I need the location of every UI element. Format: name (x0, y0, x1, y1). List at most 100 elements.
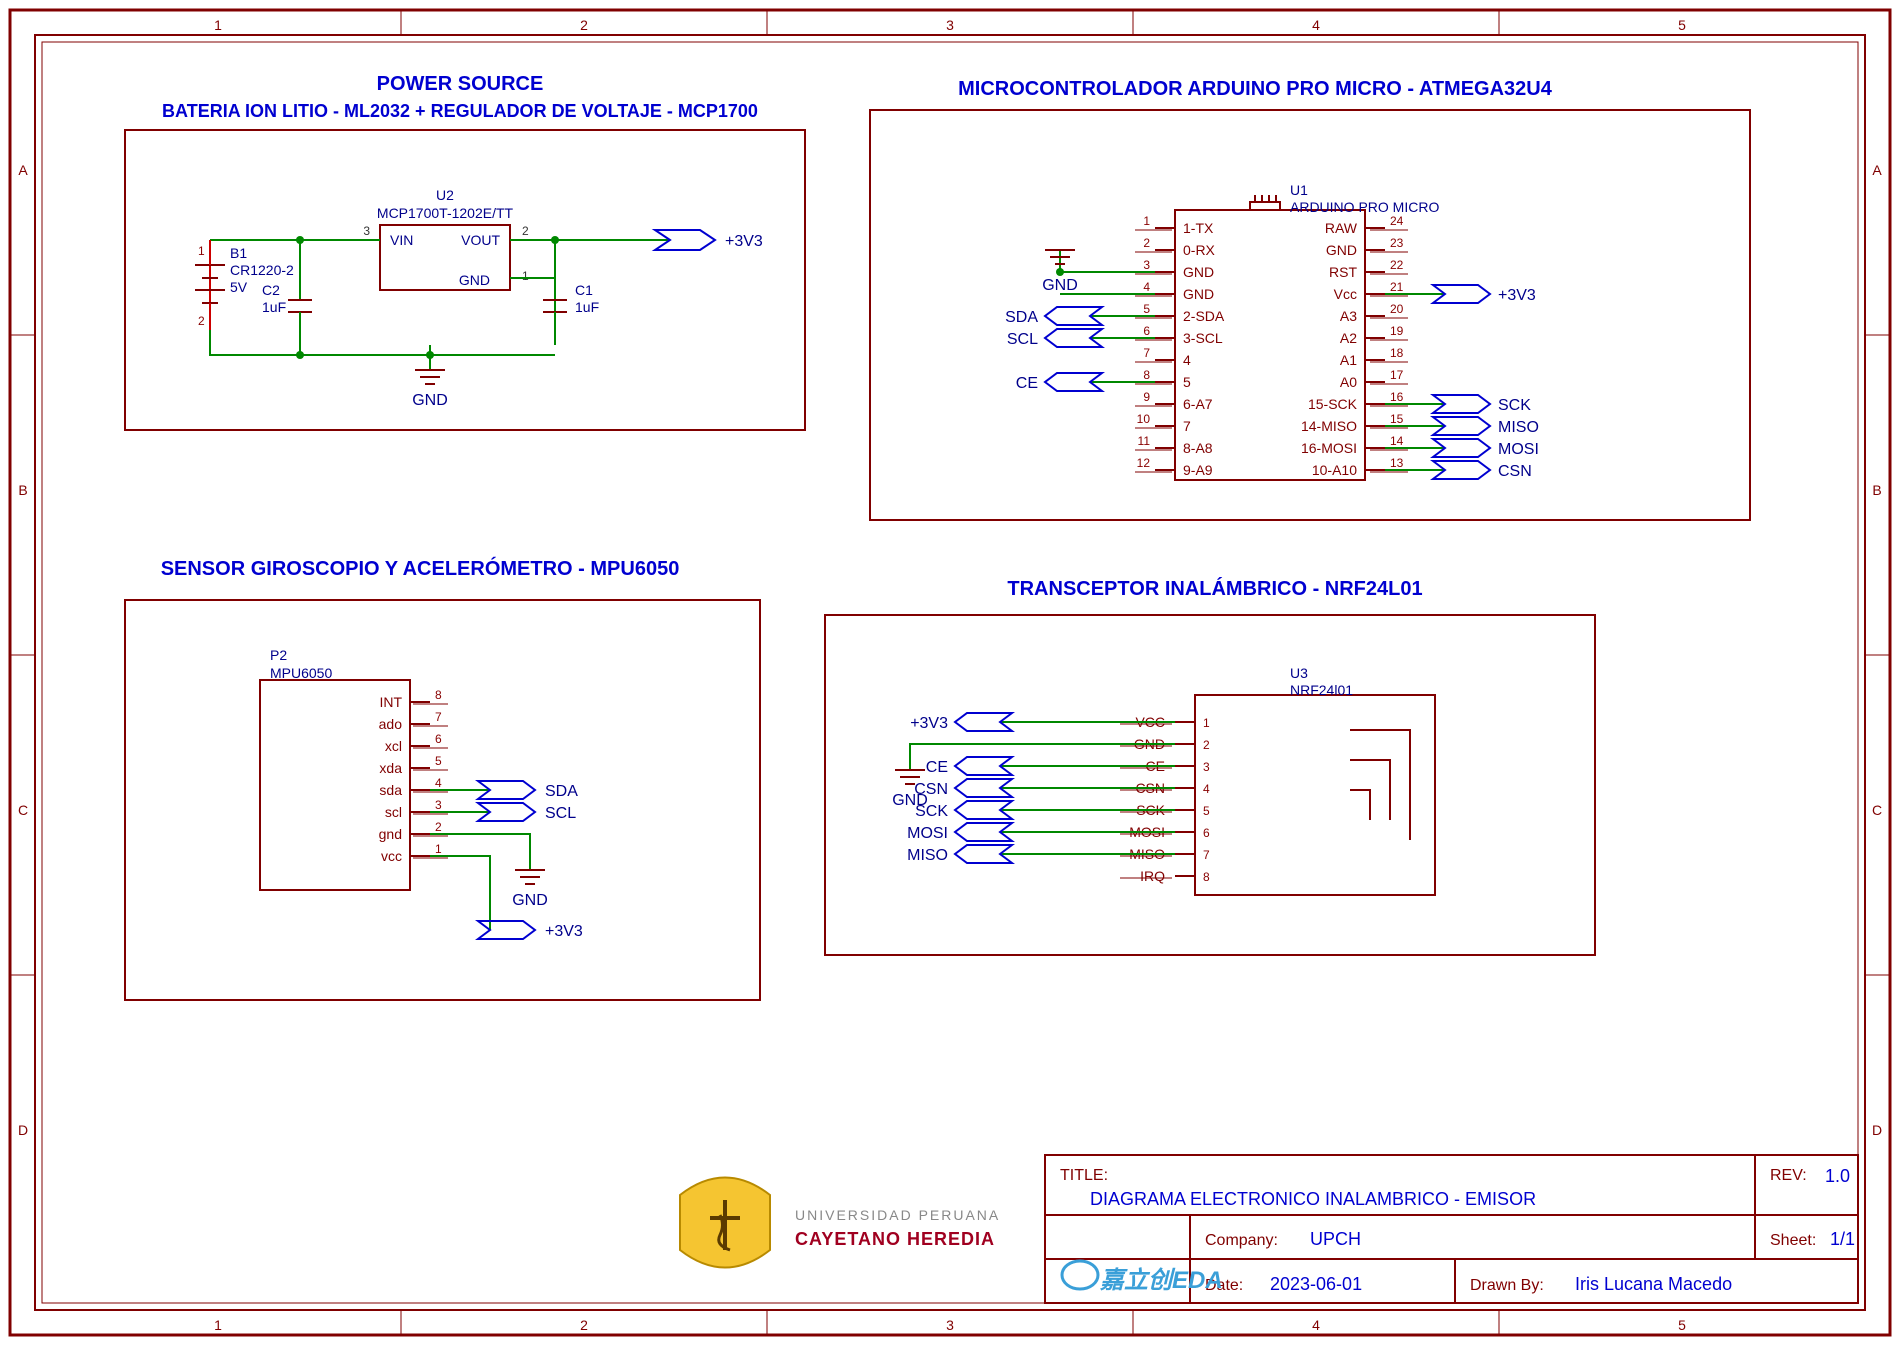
svg-text:B: B (18, 482, 27, 498)
svg-text:xcl: xcl (385, 738, 402, 754)
ruler-sides: A B C D A B C D (10, 162, 1890, 1138)
svg-text:2: 2 (522, 224, 529, 238)
svg-text:GND: GND (1326, 242, 1357, 258)
net-3v3-power: +3V3 (655, 230, 763, 250)
svg-text:1: 1 (522, 269, 529, 283)
svg-text:1: 1 (1203, 716, 1210, 730)
svg-text:A3: A3 (1340, 308, 1357, 324)
svg-text:8-A8: 8-A8 (1183, 440, 1213, 456)
svg-text:13: 13 (1390, 456, 1404, 470)
nrf-title: TRANSCEPTOR INALÁMBRICO - NRF24L01 (1007, 577, 1422, 600)
svg-text:9-A9: 9-A9 (1183, 462, 1213, 478)
u2-regulator: U2 MCP1700T-1202E/TT VIN VOUT GND 3 2 1 (363, 187, 529, 290)
svg-text:1: 1 (435, 842, 442, 856)
power-title: POWER SOURCE (377, 73, 544, 95)
svg-text:7: 7 (1183, 418, 1191, 434)
svg-text:14-MISO: 14-MISO (1301, 418, 1357, 434)
svg-text:11: 11 (1138, 434, 1151, 448)
sheet-title: DIAGRAMA ELECTRONICO INALAMBRICO - EMISO… (1090, 1189, 1536, 1209)
svg-text:Iris Lucana Macedo: Iris Lucana Macedo (1575, 1274, 1732, 1294)
svg-text:16-MOSI: 16-MOSI (1301, 440, 1357, 456)
svg-text:A: A (1872, 162, 1882, 178)
svg-text:7: 7 (1143, 346, 1150, 360)
svg-text:3: 3 (946, 17, 954, 33)
svg-text:3: 3 (363, 224, 370, 238)
svg-text:1uF: 1uF (575, 299, 599, 315)
svg-text:4: 4 (1143, 280, 1150, 294)
svg-text:15-SCK: 15-SCK (1308, 396, 1358, 412)
svg-text:6: 6 (1203, 826, 1210, 840)
svg-text:RAW: RAW (1325, 220, 1358, 236)
svg-text:嘉立创EDA: 嘉立创EDA (1099, 1267, 1223, 1294)
svg-text:SCL: SCL (1007, 331, 1038, 348)
title-block: TITLE: DIAGRAMA ELECTRONICO INALAMBRICO … (1045, 1155, 1858, 1303)
cap-c2: C2 1uF (262, 236, 312, 330)
svg-text:MPU6050: MPU6050 (270, 665, 332, 681)
gnd-symbol-power: GND (412, 370, 448, 409)
svg-text:CSN: CSN (1498, 463, 1532, 480)
svg-text:SCK: SCK (1498, 397, 1531, 414)
svg-text:GND: GND (459, 272, 490, 288)
svg-text:A1: A1 (1340, 352, 1357, 368)
svg-text:5: 5 (1143, 302, 1150, 316)
svg-text:GND: GND (1042, 277, 1078, 294)
svg-text:6: 6 (1143, 324, 1150, 338)
svg-text:gnd: gnd (379, 826, 402, 842)
svg-text:20: 20 (1390, 302, 1404, 316)
svg-text:U2: U2 (436, 187, 454, 203)
svg-text:TITLE:: TITLE: (1060, 1167, 1108, 1184)
svg-text:6: 6 (435, 732, 442, 746)
svg-text:4: 4 (1312, 1317, 1320, 1333)
svg-text:Sheet:: Sheet: (1770, 1232, 1816, 1249)
svg-text:8: 8 (1203, 870, 1210, 884)
svg-text:SCK: SCK (915, 803, 948, 820)
svg-text:1uF: 1uF (262, 299, 286, 315)
section-power: POWER SOURCE BATERIA ION LITIO - ML2032 … (125, 73, 805, 430)
svg-text:A0: A0 (1340, 374, 1357, 390)
svg-text:CSN: CSN (914, 781, 948, 798)
svg-text:Vcc: Vcc (1334, 286, 1357, 302)
svg-text:C: C (18, 802, 28, 818)
svg-text:GND: GND (1183, 264, 1214, 280)
svg-text:5: 5 (435, 754, 442, 768)
svg-text:1: 1 (1143, 214, 1150, 228)
svg-text:U1: U1 (1290, 182, 1308, 198)
svg-text:P2: P2 (270, 647, 287, 663)
svg-text:6-A7: 6-A7 (1183, 396, 1213, 412)
svg-text:VIN: VIN (390, 232, 413, 248)
svg-text:3: 3 (1143, 258, 1150, 272)
svg-text:10: 10 (1137, 412, 1151, 426)
svg-text:14: 14 (1390, 434, 1404, 448)
svg-text:8: 8 (1143, 368, 1150, 382)
svg-text:2023-06-01: 2023-06-01 (1270, 1274, 1362, 1294)
svg-text:MISO: MISO (1498, 419, 1539, 436)
svg-text:9: 9 (1143, 390, 1150, 404)
svg-text:1: 1 (214, 1317, 222, 1333)
svg-text:B: B (1872, 482, 1881, 498)
svg-text:3-SCL: 3-SCL (1183, 330, 1223, 346)
svg-text:4: 4 (1203, 782, 1210, 796)
svg-text:2: 2 (198, 314, 205, 328)
svg-text:ARDUINO PRO MICRO: ARDUINO PRO MICRO (1290, 199, 1439, 215)
svg-text:NRF24l01: NRF24l01 (1290, 682, 1353, 698)
svg-text:SCL: SCL (545, 805, 576, 822)
svg-text:7: 7 (435, 710, 442, 724)
svg-text:+3V3: +3V3 (910, 715, 948, 732)
svg-text:REV:: REV: (1770, 1167, 1807, 1184)
svg-text:5: 5 (1678, 17, 1686, 33)
svg-text:1/1: 1/1 (1830, 1229, 1855, 1249)
mcu-left-pins: 11-TX20-RX3GND4GND52-SDA63-SCL748596-A71… (1135, 214, 1225, 478)
svg-text:1: 1 (198, 244, 205, 258)
svg-text:xda: xda (379, 760, 402, 776)
svg-text:MOSI: MOSI (907, 825, 948, 842)
svg-text:+3V3: +3V3 (1498, 287, 1536, 304)
university-logo: UNIVERSIDAD PERUANA CAYETANO HEREDIA (680, 1178, 1000, 1268)
svg-text:GND: GND (1183, 286, 1214, 302)
svg-text:Drawn By:: Drawn By: (1470, 1277, 1544, 1294)
svg-text:4: 4 (435, 776, 442, 790)
svg-text:+3V3: +3V3 (545, 923, 583, 940)
svg-text:3: 3 (946, 1317, 954, 1333)
svg-text:2-SDA: 2-SDA (1183, 308, 1225, 324)
svg-text:2: 2 (580, 17, 588, 33)
svg-text:5: 5 (1183, 374, 1191, 390)
